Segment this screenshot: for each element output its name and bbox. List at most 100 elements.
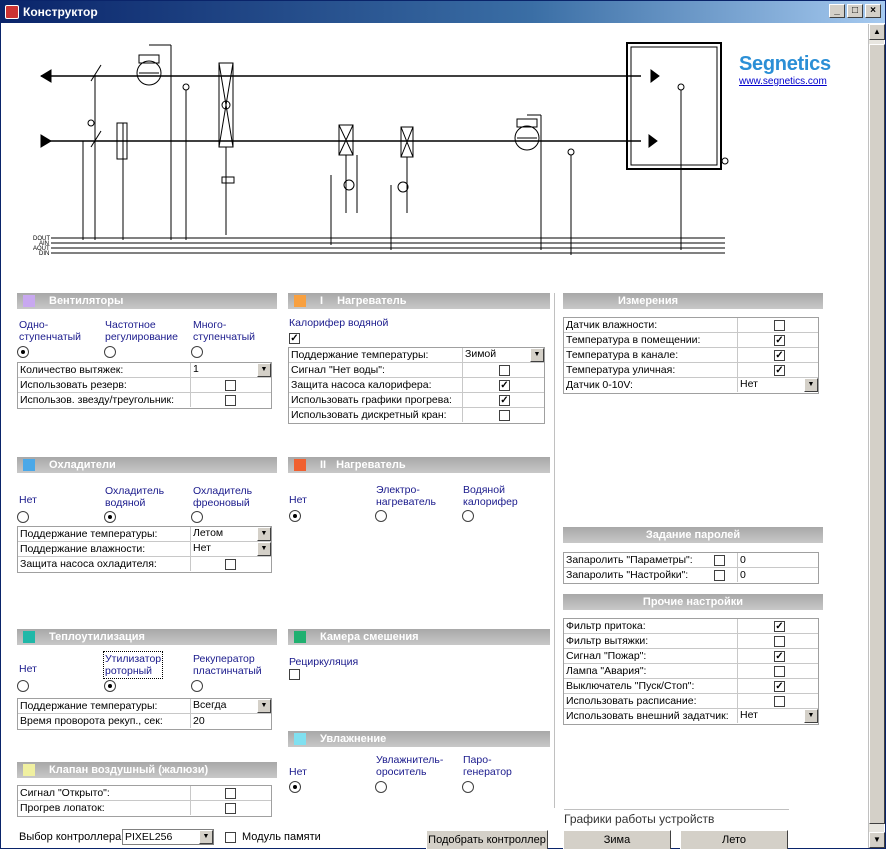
- damper-grid: Сигнал "Открыто": Прогрев лопаток:: [17, 785, 272, 817]
- other-supply-filter-label: Фильтр притока:: [566, 620, 646, 632]
- heater1-water-checkbox[interactable]: ✓: [289, 333, 300, 344]
- heater1-nowater-checkbox[interactable]: [499, 365, 510, 376]
- fans-option-frequency: Частотное регулирование: [105, 319, 179, 343]
- heatrec-temp-value: Всегда: [193, 699, 227, 711]
- bus-label-din: DIN: [39, 251, 49, 257]
- memory-module-checkbox[interactable]: [225, 832, 236, 843]
- coolers-temp-value: Летом: [193, 527, 224, 539]
- fans-swatch: [23, 295, 35, 307]
- damper-preheat-checkbox[interactable]: [225, 803, 236, 814]
- heatrec-radio-rotary[interactable]: [104, 680, 116, 692]
- measure-title: Измерения: [617, 295, 679, 307]
- fans-star-delta-checkbox[interactable]: [225, 395, 236, 406]
- charts-caption: Графики работы устройств: [564, 809, 789, 826]
- heatrec-temp-select[interactable]: Всегда ▼: [191, 699, 271, 713]
- measure-header: Измерения: [563, 293, 823, 309]
- heater1-num: I: [320, 295, 324, 307]
- fans-exhaust-count-select[interactable]: 1 ▼: [191, 363, 271, 377]
- heatrec-radio-none[interactable]: [17, 680, 29, 692]
- password-settings-value[interactable]: 0: [740, 568, 746, 582]
- mixing-recirc-checkbox[interactable]: [289, 669, 300, 680]
- heater2-swatch: [294, 459, 306, 471]
- chevron-down-icon[interactable]: ▼: [257, 542, 271, 556]
- passwords-title: Задание паролей: [645, 529, 741, 541]
- coolers-pump-checkbox[interactable]: [225, 559, 236, 570]
- chevron-down-icon[interactable]: ▼: [257, 363, 271, 377]
- measure-duct-temp-checkbox[interactable]: ✓: [774, 350, 785, 361]
- heater1-sub-label: Калорифер водяной: [289, 317, 389, 329]
- chevron-down-icon[interactable]: ▼: [530, 348, 544, 362]
- coolers-radio-freon[interactable]: [191, 511, 203, 523]
- coolers-swatch: [23, 459, 35, 471]
- measure-010v-label: Датчик 0-10V:: [566, 379, 633, 391]
- scroll-thumb[interactable]: [869, 44, 885, 824]
- heater2-radio-electric[interactable]: [375, 510, 387, 522]
- fans-star-delta-label: Использов. звезду/треугольник:: [20, 394, 174, 406]
- fans-reserve-checkbox[interactable]: [225, 380, 236, 391]
- humid-radio-steam[interactable]: [462, 781, 474, 793]
- scroll-down-icon[interactable]: ▼: [869, 832, 885, 848]
- measure-humidity-checkbox[interactable]: [774, 320, 785, 331]
- chevron-down-icon[interactable]: ▼: [257, 527, 271, 541]
- heatrec-radio-plate[interactable]: [191, 680, 203, 692]
- humid-option-steam: Паро- генератор: [463, 754, 512, 778]
- measure-010v-select[interactable]: Нет ▼: [738, 378, 818, 392]
- other-ext-setpoint-select[interactable]: Нет ▼: [738, 709, 818, 723]
- humid-radio-none[interactable]: [289, 781, 301, 793]
- coolers-humidity-select[interactable]: Нет ▼: [191, 542, 271, 556]
- minimize-button[interactable]: _: [829, 4, 845, 18]
- password-params-value[interactable]: 0: [740, 553, 746, 567]
- mixing-recirc-label: Рециркуляция: [289, 656, 359, 668]
- chevron-down-icon[interactable]: ▼: [257, 699, 271, 713]
- coolers-radio-water[interactable]: [104, 511, 116, 523]
- heatrec-time-value[interactable]: 20: [193, 714, 205, 728]
- window-title: Конструктор: [23, 5, 98, 19]
- other-fire-checkbox[interactable]: ✓: [774, 651, 785, 662]
- brand-link[interactable]: www.segnetics.com: [739, 76, 831, 87]
- heater2-header: II Нагреватель: [288, 457, 550, 473]
- heater1-grid: Поддержание температуры: Зимой ▼ Сигнал "…: [288, 347, 545, 424]
- password-settings-checkbox[interactable]: [714, 570, 725, 581]
- heater2-radio-none[interactable]: [289, 510, 301, 522]
- chevron-down-icon[interactable]: ▼: [804, 709, 818, 723]
- heater2-radio-water[interactable]: [462, 510, 474, 522]
- chevron-down-icon[interactable]: ▼: [199, 830, 213, 844]
- summer-button[interactable]: Лето: [680, 830, 788, 849]
- fans-radio-multi[interactable]: [191, 346, 203, 358]
- controller-value: PIXEL256: [125, 831, 173, 843]
- other-start-stop-checkbox[interactable]: ✓: [774, 681, 785, 692]
- fans-radio-single[interactable]: [17, 346, 29, 358]
- heater1-pump-checkbox[interactable]: ✓: [499, 380, 510, 391]
- chevron-down-icon[interactable]: ▼: [804, 378, 818, 392]
- coolers-radio-none[interactable]: [17, 511, 29, 523]
- scroll-up-icon[interactable]: ▲: [869, 24, 885, 40]
- heater1-graphs-checkbox[interactable]: ✓: [499, 395, 510, 406]
- close-button[interactable]: ×: [865, 4, 881, 18]
- app-icon: [5, 5, 19, 19]
- heater1-header: I Нагреватель: [288, 293, 550, 309]
- fans-radio-frequency[interactable]: [104, 346, 116, 358]
- title-bar[interactable]: Конструктор _ □ ×: [1, 1, 885, 23]
- coolers-temp-select[interactable]: Летом ▼: [191, 527, 271, 541]
- pick-controller-button[interactable]: Подобрать контроллер: [426, 830, 548, 849]
- controller-select[interactable]: PIXEL256 ▼: [122, 829, 214, 845]
- other-supply-filter-checkbox[interactable]: ✓: [774, 621, 785, 632]
- humid-radio-sprayer[interactable]: [375, 781, 387, 793]
- other-start-stop-label: Выключатель "Пуск/Стоп":: [566, 680, 695, 692]
- heater1-nowater-label: Сигнал "Нет воды":: [291, 364, 385, 376]
- vertical-scrollbar[interactable]: ▲ ▼: [868, 24, 885, 848]
- other-exhaust-filter-checkbox[interactable]: [774, 636, 785, 647]
- heater1-temp-select[interactable]: Зимой ▼: [463, 348, 544, 362]
- measure-grid: Датчик влажности: Температура в помещени…: [563, 317, 819, 394]
- other-schedule-checkbox[interactable]: [774, 696, 785, 707]
- heater1-discrete-checkbox[interactable]: [499, 410, 510, 421]
- measure-outdoor-temp-checkbox[interactable]: ✓: [774, 365, 785, 376]
- damper-open-checkbox[interactable]: [225, 788, 236, 799]
- controller-label: Выбор контроллера:: [19, 831, 125, 843]
- other-alarm-lamp-checkbox[interactable]: [774, 666, 785, 677]
- maximize-button[interactable]: □: [847, 4, 863, 18]
- coolers-grid: Поддержание температуры: Летом ▼ Поддержа…: [17, 526, 272, 573]
- password-params-checkbox[interactable]: [714, 555, 725, 566]
- measure-room-temp-checkbox[interactable]: ✓: [774, 335, 785, 346]
- winter-button[interactable]: Зима: [563, 830, 671, 849]
